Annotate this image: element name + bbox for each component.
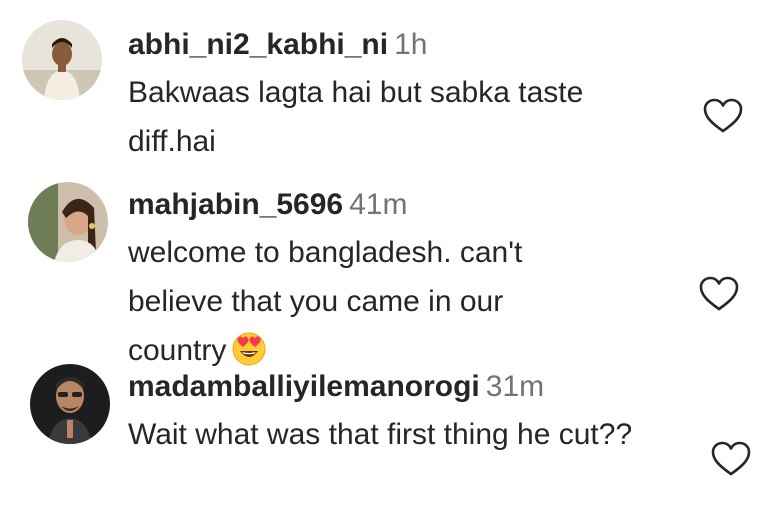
comment-timestamp: 31m (485, 370, 545, 403)
comment-item: abhi_ni2_kabhi_ni 1h Bakwaas lagta hai bu… (0, 0, 770, 170)
heart-outline-icon (711, 441, 751, 476)
comment-item: madamballiyilemanorogi 31m Wait what was … (0, 360, 770, 515)
like-button[interactable] (710, 440, 752, 478)
avatar-man-dark-background-icon (30, 364, 110, 444)
comment-username[interactable]: mahjabin_5696 (128, 188, 343, 221)
avatar[interactable] (28, 182, 108, 262)
comment-username[interactable]: abhi_ni2_kabhi_ni (128, 28, 388, 61)
avatar-woman-portrait-icon (28, 182, 108, 262)
comment-text: welcome to bangladesh. can't believe tha… (128, 228, 588, 381)
comment-text-content: welcome to bangladesh. can't believe tha… (128, 236, 523, 367)
comment-text: Bakwaas lagta hai but sabka taste diff.h… (128, 76, 584, 158)
avatar-man-white-kurta-icon (22, 20, 102, 100)
comment-timestamp: 1h (394, 28, 428, 61)
heart-outline-icon (703, 98, 743, 133)
like-button[interactable] (702, 97, 744, 135)
comment-text: Wait what was that first thing he cut?? (128, 418, 633, 451)
comment-username[interactable]: madamballiyilemanorogi (128, 370, 480, 403)
avatar[interactable] (22, 20, 102, 100)
like-button[interactable] (698, 275, 740, 313)
comment-timestamp: 41m (349, 188, 408, 221)
heart-outline-icon (699, 276, 739, 311)
avatar[interactable] (30, 364, 110, 444)
comment-item: mahjabin_5696 41m welcome to bangladesh. … (0, 170, 770, 367)
